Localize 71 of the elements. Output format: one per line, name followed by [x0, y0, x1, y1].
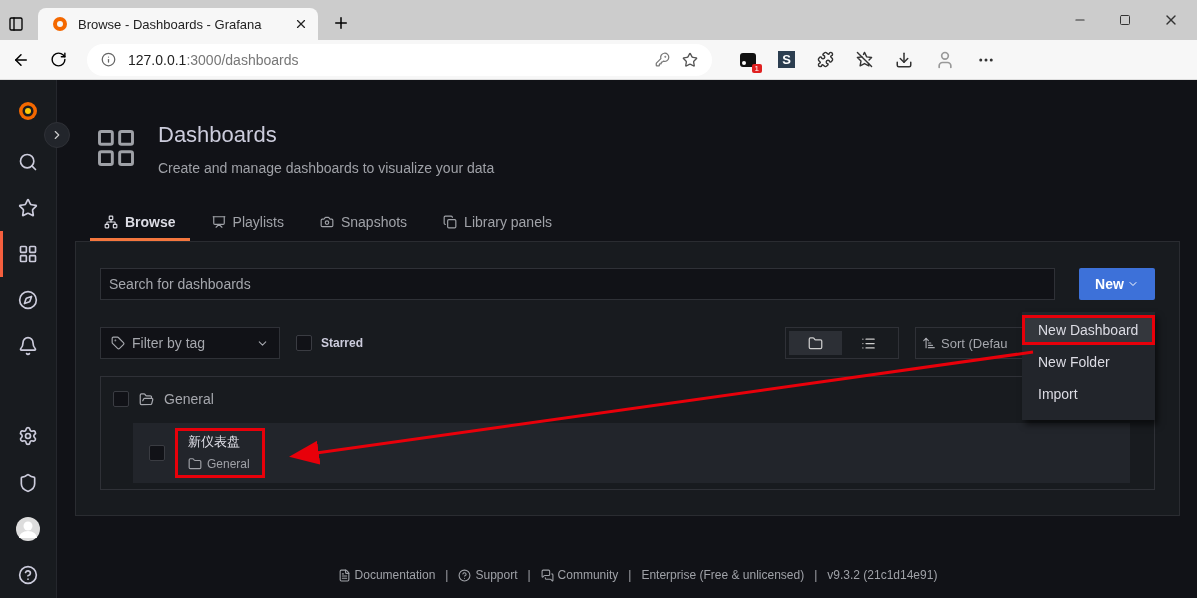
extension-icon[interactable] — [740, 52, 756, 67]
search-icon — [18, 151, 38, 172]
separator: | — [628, 568, 632, 582]
checkbox[interactable] — [149, 445, 165, 461]
reload-icon[interactable] — [50, 51, 67, 68]
menu-item[interactable]: New Folder — [1022, 347, 1155, 377]
checkbox[interactable] — [113, 391, 129, 407]
starred-icon — [18, 197, 38, 218]
community-icon — [540, 568, 554, 582]
page-subtitle: Create and manage dashboards to visualize your data — [158, 160, 495, 176]
tab[interactable]: Snapshots — [305, 214, 422, 241]
separator: | — [527, 568, 531, 582]
support-icon — [458, 568, 472, 582]
view-toggle[interactable] — [785, 327, 899, 359]
shield-icon — [18, 472, 38, 493]
close-icon[interactable] — [294, 17, 308, 31]
new-button[interactable]: New — [1079, 268, 1155, 300]
separator: | — [814, 568, 818, 582]
search-field[interactable]: Search for dashboards — [100, 268, 1055, 300]
folder-icon — [188, 457, 202, 471]
avatar-icon — [16, 516, 40, 541]
dashboard-row[interactable]: 新仪表盘 General — [133, 423, 1130, 483]
snapshots-icon — [319, 215, 334, 229]
menu-item[interactable]: Import — [1022, 379, 1155, 409]
grafana-logo-icon — [17, 100, 39, 122]
info-icon — [101, 52, 116, 67]
key-icon[interactable] — [655, 52, 670, 67]
checkbox-label: Starred — [321, 336, 364, 350]
footer-text: v9.3.2 (21c1d14e91) — [827, 568, 938, 582]
footer-link[interactable]: Support — [458, 568, 518, 582]
footer-link[interactable]: Documentation — [337, 568, 436, 582]
tag-filter-select[interactable]: Filter by tag — [100, 327, 280, 359]
menu-item[interactable]: New Dashboard — [1022, 315, 1155, 345]
page-title: Dashboards — [158, 122, 278, 148]
footer-link[interactable]: Community — [540, 568, 619, 582]
tag-icon — [111, 336, 125, 350]
puzzle-icon[interactable] — [817, 51, 834, 68]
alerting-icon — [18, 336, 38, 357]
playlists-icon — [211, 215, 226, 229]
folder-icon — [808, 335, 823, 351]
tab[interactable]: Playlists — [197, 214, 298, 241]
extension-icon[interactable]: S — [778, 51, 795, 68]
folder-view-button[interactable] — [789, 331, 842, 355]
sort-icon — [922, 336, 936, 350]
address-bar[interactable]: 127.0.0.1:3000/dashboards — [87, 43, 712, 76]
avatar-icon[interactable] — [935, 49, 955, 70]
url-text: 127.0.0.1:3000/dashboards — [128, 51, 299, 68]
expand-button[interactable] — [44, 122, 70, 148]
grafana-logo-icon — [52, 16, 68, 32]
browser-tab[interactable]: Browse - Dashboards - Grafana — [38, 8, 318, 40]
dashboards-icon — [18, 243, 38, 264]
new-tab-icon[interactable] — [332, 14, 350, 32]
maximize-icon[interactable] — [1119, 12, 1131, 28]
footer-text: Enterprise (Free & unlicensed) — [641, 568, 805, 582]
checkbox[interactable] — [296, 335, 312, 351]
separator: | — [445, 568, 449, 582]
folder-name[interactable]: General — [164, 391, 214, 407]
tab-title: Browse - Dashboards - Grafana — [78, 16, 263, 32]
download-icon[interactable] — [895, 50, 913, 69]
browse-icon — [104, 215, 118, 229]
help-icon — [18, 564, 38, 585]
list-icon — [861, 335, 876, 351]
tab[interactable]: Library panels — [429, 214, 567, 241]
folder-name: General — [207, 457, 250, 471]
doc-icon — [337, 568, 351, 582]
explore-icon — [18, 289, 38, 310]
sidebar-toggle-icon[interactable] — [8, 16, 24, 32]
notification-badge: 1 — [751, 63, 762, 73]
settings-icon — [18, 426, 38, 447]
favorite-icon[interactable] — [682, 51, 698, 68]
dashboard-title[interactable]: 新仪表盘 — [188, 433, 250, 451]
